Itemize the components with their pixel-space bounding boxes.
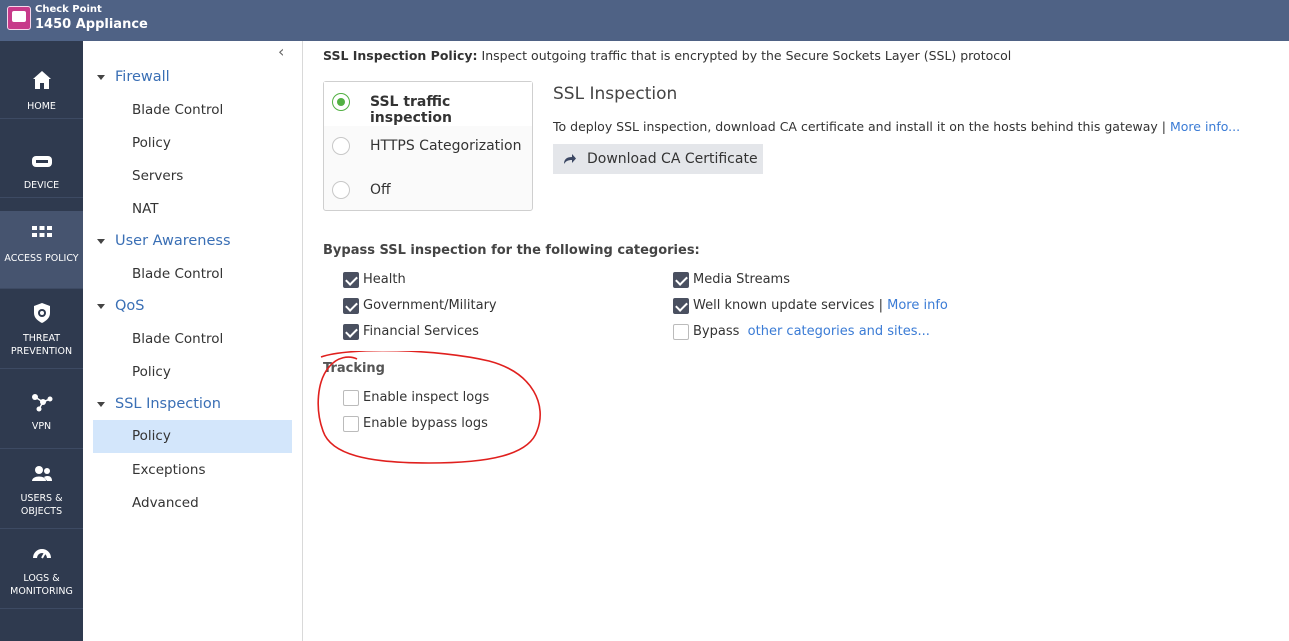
vpn-icon bbox=[32, 394, 53, 412]
main-nav: HOME DEVICE ACCESS POLICY THREAT PREVENT… bbox=[0, 41, 83, 641]
tree-group-firewall[interactable]: Firewall bbox=[97, 69, 170, 85]
users-icon bbox=[32, 466, 52, 481]
nav-vpn-label: VPN bbox=[31, 421, 52, 432]
tree-item-firewall-nat[interactable]: NAT bbox=[93, 193, 292, 226]
nav-device-label: DEVICE bbox=[23, 180, 60, 191]
checkbox-label: Bypass other categories and sites... bbox=[693, 324, 930, 339]
nav-threat-prevention-label: THREAT PREVENTION bbox=[10, 333, 73, 357]
bypass-heading: Bypass SSL inspection for the following … bbox=[323, 243, 700, 258]
tree-group-user-awareness[interactable]: User Awareness bbox=[97, 233, 231, 249]
checkpoint-logo-icon bbox=[7, 6, 31, 30]
caret-down-icon bbox=[97, 303, 105, 309]
checkbox-label: Health bbox=[363, 272, 406, 287]
ssl-section-desc: To deploy SSL inspection, download CA ce… bbox=[553, 119, 1240, 134]
shield-icon bbox=[34, 303, 50, 323]
collapse-panel-icon[interactable]: ‹ bbox=[278, 42, 284, 61]
top-bar: Check Point 1450 Appliance bbox=[0, 0, 1289, 41]
tree-group-label: Firewall bbox=[115, 69, 170, 85]
checkbox-label: Financial Services bbox=[363, 324, 479, 339]
checkbox-label: Enable inspect logs bbox=[363, 390, 490, 405]
nav-threat-prevention[interactable]: THREAT PREVENTION bbox=[0, 291, 83, 369]
checkbox-checked[interactable] bbox=[343, 298, 359, 314]
caret-down-icon bbox=[97, 74, 105, 80]
bypass-text: Bypass bbox=[693, 324, 740, 339]
tree-group-ssl-inspection[interactable]: SSL Inspection bbox=[97, 396, 221, 412]
nav-users-objects[interactable]: USERS & OBJECTS bbox=[0, 451, 83, 529]
ssl-section-title: SSL Inspection bbox=[553, 84, 678, 104]
mode-https-categorization[interactable]: HTTPS Categorization bbox=[324, 126, 532, 170]
tree-item-qos-policy[interactable]: Policy bbox=[93, 356, 292, 389]
vendor-name: Check Point bbox=[35, 4, 102, 15]
mode-off[interactable]: Off bbox=[324, 170, 532, 214]
inspection-mode-group: SSL traffic inspection HTTPS Categorizat… bbox=[323, 81, 533, 211]
tree-item-firewall-blade-control[interactable]: Blade Control bbox=[93, 94, 292, 127]
home-icon bbox=[33, 71, 51, 89]
nav-vpn[interactable]: VPN bbox=[0, 371, 83, 449]
share-arrow-icon bbox=[564, 154, 576, 164]
checkbox-checked[interactable] bbox=[343, 324, 359, 340]
mode-label: HTTPS Categorization bbox=[370, 138, 522, 154]
checkbox-label: Media Streams bbox=[693, 272, 790, 287]
caret-down-icon bbox=[97, 401, 105, 407]
tree-item-ua-blade-control[interactable]: Blade Control bbox=[93, 258, 292, 291]
checkbox-label: Enable bypass logs bbox=[363, 416, 488, 431]
nav-home-label: HOME bbox=[27, 101, 56, 112]
device-icon bbox=[32, 156, 52, 167]
tree-item-firewall-policy[interactable]: Policy bbox=[93, 127, 292, 160]
checkbox-unchecked[interactable] bbox=[343, 390, 359, 406]
radio-selected[interactable] bbox=[332, 93, 350, 111]
policy-tree: ‹ Firewall Blade Control Policy Servers … bbox=[83, 41, 303, 641]
more-info-link[interactable]: More info... bbox=[1170, 119, 1240, 134]
ssl-desc-text: To deploy SSL inspection, download CA ce… bbox=[553, 119, 1167, 134]
download-button-label: Download CA Certificate bbox=[587, 151, 758, 167]
checkbox-checked[interactable] bbox=[673, 272, 689, 288]
checkbox-unchecked[interactable] bbox=[673, 324, 689, 340]
product-name: 1450 Appliance bbox=[35, 17, 148, 32]
tree-item-ssl-policy[interactable]: Policy bbox=[93, 420, 292, 453]
nav-home[interactable]: HOME bbox=[0, 41, 83, 119]
caret-down-icon bbox=[97, 238, 105, 244]
tree-group-label: QoS bbox=[115, 298, 145, 314]
update-services-more-info-link[interactable]: More info bbox=[887, 298, 948, 313]
tree-group-label: SSL Inspection bbox=[115, 396, 221, 412]
mode-ssl-traffic-inspection[interactable]: SSL traffic inspection bbox=[324, 82, 532, 126]
tree-item-ssl-advanced[interactable]: Advanced bbox=[93, 487, 292, 520]
nav-access-policy[interactable]: ACCESS POLICY bbox=[0, 211, 83, 289]
grid-icon bbox=[32, 226, 52, 237]
tree-item-firewall-servers[interactable]: Servers bbox=[93, 160, 292, 193]
tree-item-ssl-exceptions[interactable]: Exceptions bbox=[93, 454, 292, 487]
main-content: SSL Inspection Policy: Inspect outgoing … bbox=[303, 41, 1289, 641]
download-ca-certificate-button[interactable]: Download CA Certificate bbox=[553, 144, 763, 174]
radio-unselected[interactable] bbox=[332, 181, 350, 199]
radio-unselected[interactable] bbox=[332, 137, 350, 155]
policy-description: SSL Inspection Policy: Inspect outgoing … bbox=[323, 48, 1011, 63]
checkbox-label: Well known update services | More info bbox=[693, 298, 948, 313]
tracking-heading: Tracking bbox=[323, 361, 385, 376]
policy-label: SSL Inspection Policy: bbox=[323, 48, 478, 63]
checkbox-checked[interactable] bbox=[343, 272, 359, 288]
nav-device[interactable]: DEVICE bbox=[0, 120, 83, 198]
mode-label: Off bbox=[370, 182, 391, 198]
tree-group-qos[interactable]: QoS bbox=[97, 298, 145, 314]
checkbox-unchecked[interactable] bbox=[343, 416, 359, 432]
gauge-icon bbox=[33, 549, 51, 559]
nav-logs-monitoring-label: LOGS & MONITORING bbox=[10, 573, 73, 597]
nav-logs-monitoring[interactable]: LOGS & MONITORING bbox=[0, 531, 83, 609]
nav-users-objects-label: USERS & OBJECTS bbox=[20, 493, 63, 517]
checkbox-checked[interactable] bbox=[673, 298, 689, 314]
tree-item-qos-blade-control[interactable]: Blade Control bbox=[93, 323, 292, 356]
mode-label: SSL traffic inspection bbox=[370, 94, 452, 126]
tree-group-label: User Awareness bbox=[115, 233, 231, 249]
nav-access-policy-label: ACCESS POLICY bbox=[4, 253, 79, 264]
other-categories-link[interactable]: other categories and sites... bbox=[748, 324, 930, 339]
policy-desc-text: Inspect outgoing traffic that is encrypt… bbox=[481, 48, 1012, 63]
update-services-text: Well known update services | bbox=[693, 298, 883, 313]
checkbox-label: Government/Military bbox=[363, 298, 497, 313]
